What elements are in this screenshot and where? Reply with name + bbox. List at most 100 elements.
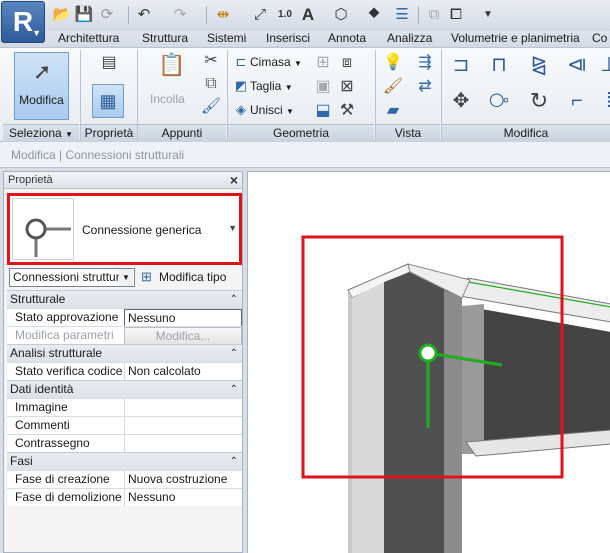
app-logo: R xyxy=(12,6,34,37)
comments-value[interactable] xyxy=(124,417,242,435)
ribbon-panels: ➚ Modifica Seleziona ▼ ▤ ▦ Proprietà 📋 I… xyxy=(0,47,610,142)
cut-geometry-button[interactable]: ◩ Taglia ▼ xyxy=(232,76,293,96)
demolish-icon[interactable]: ⚒ xyxy=(336,100,358,122)
undo-icon[interactable]: ↶ xyxy=(134,5,154,25)
column-flange-edge xyxy=(348,290,352,553)
3d-view-icon[interactable]: ⬡ xyxy=(331,5,351,25)
redo-icon[interactable]: ↷ xyxy=(170,5,190,25)
group-analisi-strutturale[interactable]: Analisi strutturale ⌃ xyxy=(7,344,242,362)
type-selector[interactable]: Connessione generica ▼ xyxy=(7,193,242,265)
wall-joins-icon[interactable]: ⧈ xyxy=(336,52,358,74)
chevron-down-icon: ▼ xyxy=(284,83,293,92)
panel-title-seleziona[interactable]: Seleziona ▼ xyxy=(3,124,79,142)
thin-lines-icon[interactable]: ☰ xyxy=(392,5,412,25)
properties-palette: Proprietà × Connessione generica ▼ Conne… xyxy=(3,171,243,553)
context-bar: Modifica | Connessioni strutturali xyxy=(0,142,610,168)
chevron-down-icon: ▼ xyxy=(65,130,73,139)
remove-paint-icon[interactable]: ⊠ xyxy=(336,76,358,98)
tab-inserisci[interactable]: Inserisci xyxy=(266,31,310,47)
image-value[interactable] xyxy=(124,399,242,417)
section-icon[interactable]: ⯁ xyxy=(364,5,384,25)
sync-icon[interactable]: ⟳ xyxy=(97,5,117,25)
tab-architettura[interactable]: Architettura xyxy=(58,31,119,47)
split-icon[interactable]: ⊥ xyxy=(598,54,610,76)
collapse-icon: ⌃ xyxy=(229,456,238,467)
chevron-down-icon: ▼ xyxy=(119,269,133,286)
application-menu-button[interactable]: R ▼ xyxy=(1,1,45,43)
cope-button[interactable]: ⊏ Cimasa ▼ xyxy=(232,52,302,72)
paste-icon[interactable]: 📋 xyxy=(158,54,185,76)
group-dati-identita[interactable]: Dati identità ⌃ xyxy=(7,380,242,398)
tab-overflow[interactable]: Co xyxy=(592,31,607,47)
property-row: Contrassegno xyxy=(7,434,242,453)
linework-icon[interactable]: ▰ xyxy=(382,100,404,122)
chevron-down-icon: ▼ xyxy=(294,59,302,68)
copy-element-icon[interactable]: ⧂ xyxy=(488,90,510,112)
properties-toggle-button[interactable]: ▦ xyxy=(92,84,124,118)
align-tool-icon[interactable]: ⊐ xyxy=(450,54,472,76)
cut-geometry-icon: ◩ xyxy=(234,78,248,93)
rotate-icon[interactable]: ↻ xyxy=(528,90,550,112)
beam-end-face xyxy=(462,304,484,454)
mirror-axis-icon[interactable]: ⧎ xyxy=(528,54,550,76)
close-icon[interactable]: × xyxy=(230,172,238,188)
edit-parameters-button[interactable]: Modifica... xyxy=(124,327,242,345)
cut-icon[interactable]: ✂ xyxy=(200,50,222,72)
drawing-canvas[interactable] xyxy=(247,171,610,553)
context-label: Modifica | Connessioni strutturali xyxy=(11,148,185,162)
mark-value[interactable] xyxy=(124,435,242,453)
customize-icon[interactable]: ▼ xyxy=(478,5,498,25)
group-strutturale[interactable]: Strutturale ⌃ xyxy=(7,290,242,308)
join-geometry-button[interactable]: ◈ Unisci ▼ xyxy=(232,100,294,120)
switch-windows-icon[interactable]: ⧠ xyxy=(446,5,466,25)
close-windows-icon[interactable]: ⧉ xyxy=(424,5,444,25)
group-fasi[interactable]: Fasi ⌃ xyxy=(7,452,242,470)
instance-filter-dropdown[interactable]: Connessioni struttur ▼ xyxy=(9,268,135,287)
join-roof-icon[interactable]: ⬓ xyxy=(312,100,334,122)
collapse-icon: ⌃ xyxy=(229,294,238,305)
hide-in-view-icon[interactable]: 💡 xyxy=(382,52,404,74)
align-icon[interactable]: ⇹ xyxy=(213,5,233,25)
type-properties-icon[interactable]: ▤ xyxy=(98,52,120,74)
tab-annota[interactable]: Annota xyxy=(328,31,366,47)
view-linework-icon[interactable]: ⇄ xyxy=(414,76,436,98)
tag-icon[interactable]: 1.0 xyxy=(275,5,295,25)
property-row: Commenti xyxy=(7,416,242,435)
trim-extend-icon[interactable]: ⌐ xyxy=(566,90,588,112)
split-face-icon[interactable]: ⊞ xyxy=(312,52,334,74)
column-flange-face xyxy=(352,282,384,553)
column-inner-flange xyxy=(444,290,462,553)
code-check-status-value[interactable]: Non calcolato xyxy=(124,363,242,381)
dimension-icon[interactable]: ⤢ xyxy=(250,5,270,25)
tab-struttura[interactable]: Struttura xyxy=(142,31,188,47)
paint-icon[interactable]: ▣ xyxy=(312,76,334,98)
view-filter-icon[interactable]: ⇶ xyxy=(414,52,436,74)
toolbar-separator xyxy=(418,6,419,24)
panel-title-appunti: Appunti xyxy=(138,124,226,142)
copy-icon[interactable]: ⧉ xyxy=(200,73,222,95)
phase-demolished-value[interactable]: Nessuno xyxy=(124,489,242,507)
match-properties-icon[interactable]: 🖌 xyxy=(200,96,222,118)
edit-type-button[interactable]: ⊞ Modifica tipo xyxy=(141,267,226,287)
mirror-draw-icon[interactable]: ⧏ xyxy=(566,54,588,76)
override-graphics-icon[interactable]: 🖌 xyxy=(382,76,404,98)
toolbar-separator xyxy=(206,6,207,24)
panel-title-modifica: Modifica xyxy=(442,124,610,142)
tab-analizza[interactable]: Analizza xyxy=(387,31,432,47)
move-icon[interactable]: ✥ xyxy=(450,90,472,112)
panel-title-vista: Vista xyxy=(376,124,440,142)
tab-sistemi[interactable]: Sistemi xyxy=(207,31,246,47)
modify-button[interactable]: ➚ Modifica xyxy=(14,52,69,120)
quick-access-toolbar: R ▼ 📂 💾 ⟳ ↶ ↷ ⇹ ⤢ 1.0 A ⬡ ⯁ ☰ ⧉ ⧠ ▼ xyxy=(0,0,610,43)
panel-title-proprieta: Proprietà xyxy=(81,124,137,142)
save-icon[interactable]: 💾 xyxy=(74,5,94,25)
offset-icon[interactable]: ⊓ xyxy=(488,54,510,76)
property-row: Immagine xyxy=(7,398,242,417)
property-row: Stato verifica codice Non calcolato xyxy=(7,362,242,381)
phase-created-value[interactable]: Nuova costruzione xyxy=(124,471,242,489)
open-icon[interactable]: 📂 xyxy=(52,5,72,25)
approval-status-field[interactable]: Nessuno xyxy=(124,309,242,327)
text-icon[interactable]: A xyxy=(298,5,318,25)
array-icon[interactable]: ⁞ xyxy=(598,90,610,112)
tab-volumetrie[interactable]: Volumetrie e planimetria xyxy=(451,31,580,47)
